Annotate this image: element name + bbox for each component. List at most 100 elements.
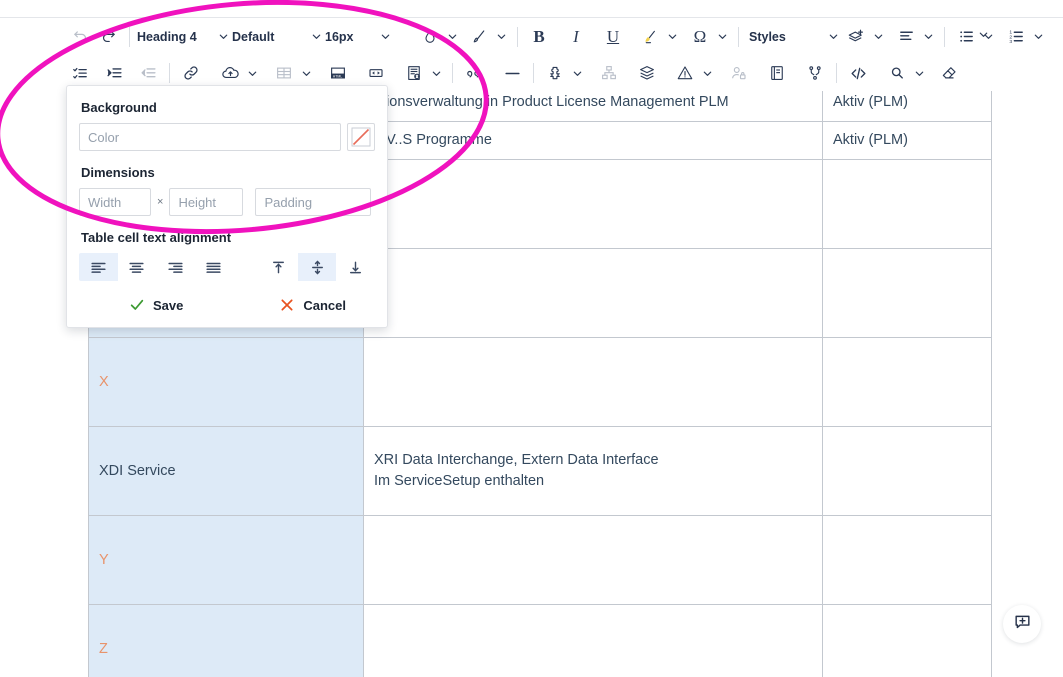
table-cell-description[interactable] <box>363 604 823 677</box>
table-row[interactable]: Z <box>88 604 992 677</box>
table-cell-term[interactable]: Z <box>88 604 364 677</box>
bold-button[interactable]: B <box>525 23 553 51</box>
cloud-upload-icon[interactable] <box>216 59 244 87</box>
warning-icon[interactable] <box>671 59 699 87</box>
chevron-down-icon[interactable] <box>570 59 584 87</box>
table-row[interactable]: Y <box>88 515 992 605</box>
redo-icon[interactable] <box>94 23 122 51</box>
todo-list-icon[interactable] <box>66 59 94 87</box>
chevron-down-icon[interactable] <box>494 23 508 51</box>
align-bottom-icon[interactable] <box>336 253 375 281</box>
marker-pen-icon[interactable] <box>636 23 664 51</box>
table-cell-term[interactable]: XDI Service <box>88 426 364 516</box>
link-icon[interactable] <box>177 59 205 87</box>
table-cell-description[interactable] <box>363 159 823 249</box>
table-cell-description[interactable] <box>363 248 823 338</box>
table-row[interactable]: X <box>88 337 992 427</box>
undo-icon[interactable] <box>66 23 94 51</box>
branch-icon[interactable] <box>801 59 829 87</box>
no-color-swatch-icon[interactable] <box>347 123 375 151</box>
table-cell-status[interactable] <box>822 426 992 516</box>
background-label: Background <box>81 100 157 115</box>
book-icon[interactable] <box>763 59 791 87</box>
font-size-label: 16px <box>325 29 354 44</box>
table-cell-description[interactable] <box>363 337 823 427</box>
background-color-input[interactable]: Color <box>79 123 341 151</box>
align-icon[interactable] <box>892 23 920 51</box>
stack-layers-icon[interactable] <box>633 59 661 87</box>
underline-label: U <box>606 26 620 46</box>
styles-dropdown[interactable]: Styles <box>749 23 842 51</box>
padding-input[interactable]: Padding <box>255 188 372 216</box>
chevron-down-icon[interactable] <box>912 59 926 87</box>
align-center-icon[interactable] <box>118 253 157 281</box>
chevron-down-icon[interactable] <box>871 23 885 51</box>
clear-formatting-icon[interactable] <box>935 59 963 87</box>
chevron-down-icon[interactable] <box>665 23 679 51</box>
numbered-list-icon[interactable]: 123 <box>1002 23 1030 51</box>
italic-button[interactable]: I <box>562 23 590 51</box>
height-input[interactable]: Height <box>169 188 244 216</box>
table-cell-description[interactable]: e V..S Programme <box>363 121 823 160</box>
cancel-button[interactable]: Cancel <box>279 297 346 313</box>
restricted-user-icon[interactable] <box>725 59 753 87</box>
source-code-icon[interactable] <box>844 59 872 87</box>
table-cell-status[interactable]: Aktiv (PLM) <box>822 91 992 122</box>
table-cell-description[interactable]: XRI Data Interchange, Extern Data Interf… <box>363 426 823 516</box>
table-icon[interactable] <box>270 59 298 87</box>
table-cell-status[interactable] <box>822 604 992 677</box>
add-comment-button[interactable] <box>1003 605 1041 643</box>
chevron-down-icon[interactable] <box>245 59 259 87</box>
align-right-icon[interactable] <box>156 253 195 281</box>
table-cell-status[interactable] <box>822 159 992 249</box>
decrease-indent-icon[interactable] <box>134 59 162 87</box>
chevron-down-icon[interactable] <box>445 23 459 51</box>
horizontal-rule-icon[interactable] <box>498 59 526 87</box>
align-justify-icon[interactable] <box>195 253 234 281</box>
dimension-separator: × <box>157 196 164 208</box>
font-size-dropdown[interactable]: 16px <box>325 23 394 51</box>
blockquote-icon[interactable] <box>460 59 488 87</box>
highlight-brush-icon[interactable] <box>465 23 493 51</box>
table-row[interactable]: XDI Service XRI Data Interchange, Extern … <box>88 426 992 516</box>
bulleted-list-icon[interactable] <box>952 23 980 51</box>
save-button[interactable]: Save <box>129 297 183 313</box>
table-cell-status[interactable] <box>822 248 992 338</box>
table-cell-status[interactable] <box>822 515 992 605</box>
diagram-icon[interactable] <box>595 59 623 87</box>
width-input[interactable]: Width <box>79 188 151 216</box>
table-cell-status[interactable]: Aktiv (PLM) <box>822 121 992 160</box>
macro-puzzle-icon[interactable] <box>541 59 569 87</box>
template-icon[interactable] <box>400 59 428 87</box>
cancel-label: Cancel <box>303 297 347 313</box>
table-cell-description[interactable] <box>363 515 823 605</box>
font-color-icon[interactable] <box>416 23 444 51</box>
chevron-down-icon[interactable] <box>1031 23 1045 51</box>
align-top-icon[interactable] <box>259 253 298 281</box>
chevron-down-icon[interactable] <box>921 23 935 51</box>
table-cell-status[interactable] <box>822 337 992 427</box>
chevron-down-icon[interactable] <box>429 59 443 87</box>
table-cell-description[interactable]: rsionsverwaltung in Product License Mana… <box>363 91 823 122</box>
font-family-dropdown[interactable]: Default <box>232 23 325 51</box>
popup-actions: Save Cancel <box>79 297 375 313</box>
horizontal-alignment-group <box>79 253 234 281</box>
omega-label: Ω <box>693 26 707 46</box>
special-character-icon[interactable]: Ω <box>686 23 714 51</box>
align-left-icon[interactable] <box>79 253 118 281</box>
html-block-icon[interactable]: HTML <box>324 59 352 87</box>
add-comment-icon <box>1013 612 1032 636</box>
table-cell-term[interactable]: X <box>88 337 364 427</box>
toolbar-overflow-chevron-icon[interactable] <box>978 27 989 45</box>
heading-dropdown[interactable]: Heading 4 <box>137 23 232 51</box>
chevron-down-icon[interactable] <box>700 59 714 87</box>
find-replace-icon[interactable] <box>883 59 911 87</box>
align-middle-icon[interactable] <box>297 253 337 281</box>
underline-button[interactable]: U <box>599 23 627 51</box>
code-embed-icon[interactable] <box>362 59 390 87</box>
chevron-down-icon[interactable] <box>715 23 729 51</box>
insert-layer-icon[interactable] <box>842 23 870 51</box>
table-cell-term[interactable]: Y <box>88 515 364 605</box>
chevron-down-icon[interactable] <box>299 59 313 87</box>
increase-indent-icon[interactable] <box>100 59 128 87</box>
